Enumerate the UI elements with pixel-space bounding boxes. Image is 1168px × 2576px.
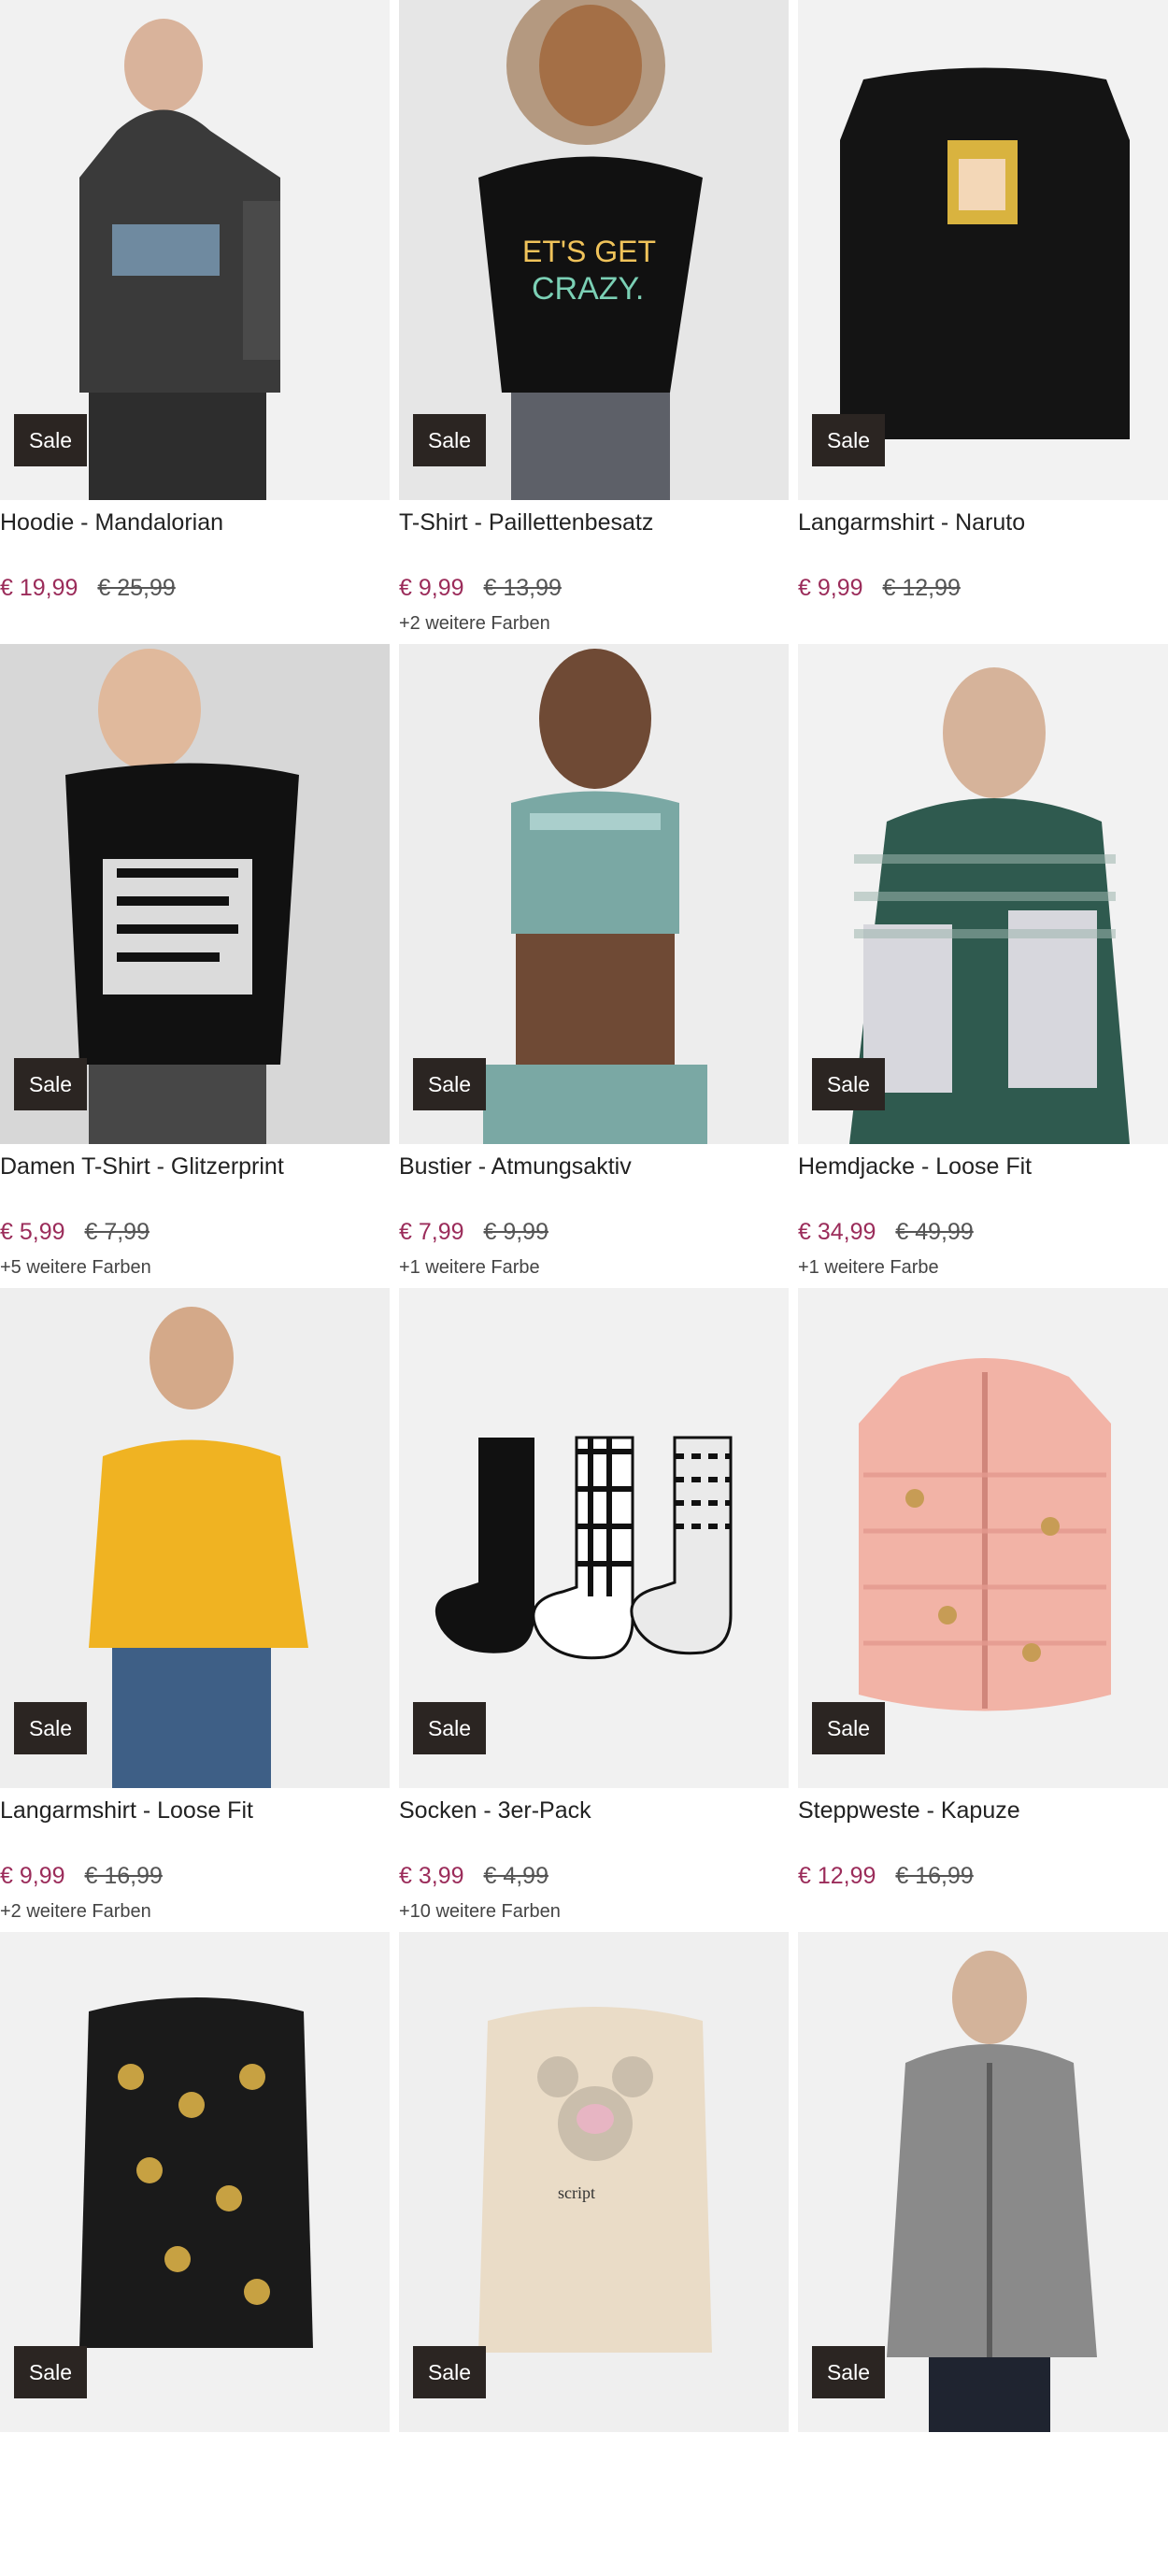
product-title[interactable]: Hemdjacke - Loose Fit xyxy=(798,1153,1032,1181)
product-card[interactable]: Sale Hemdjacke - Loose Fit € 34,99 € 49,… xyxy=(798,644,1168,1288)
svg-text:ET'S GET: ET'S GET xyxy=(522,235,656,268)
sale-badge: Sale xyxy=(413,414,486,466)
product-image[interactable]: Sale xyxy=(0,1288,390,1788)
product-grid: Sale Hoodie - Mandalorian € 19,99 € 25,9… xyxy=(0,0,1168,2576)
sale-badge: Sale xyxy=(812,1058,885,1110)
product-card[interactable]: Sale Langarmshirt - Naruto € 9,99 € 12,9… xyxy=(798,0,1168,644)
product-image[interactable]: Sale xyxy=(798,644,1168,1144)
product-image[interactable]: Sale xyxy=(399,644,789,1144)
product-image[interactable]: Sale xyxy=(399,1288,789,1788)
product-prices xyxy=(399,2507,412,2534)
old-price: € 7,99 xyxy=(84,1219,150,1245)
sale-badge: Sale xyxy=(14,1058,87,1110)
sale-price: € 12,99 xyxy=(798,1863,876,1889)
sale-price: € 7,99 xyxy=(399,1219,464,1245)
product-card[interactable]: Sale xyxy=(798,1932,1168,2576)
sale-price: € 9,99 xyxy=(798,575,863,601)
sale-price: € 9,99 xyxy=(399,575,464,601)
product-title[interactable]: Bustier - Atmungsaktiv xyxy=(399,1153,632,1181)
product-image[interactable]: script Sale xyxy=(399,1932,789,2432)
product-prices: € 19,99 € 25,99 xyxy=(0,575,176,602)
old-price: € 49,99 xyxy=(895,1219,974,1245)
product-title[interactable]: Hoodie - Mandalorian xyxy=(0,509,223,537)
product-card[interactable]: script Sale xyxy=(399,1932,789,2576)
product-prices xyxy=(0,2507,13,2534)
sale-price: € 19,99 xyxy=(0,575,78,601)
product-title[interactable]: Socken - 3er-Pack xyxy=(399,1797,591,1825)
sale-price: € 3,99 xyxy=(399,1863,464,1889)
product-title[interactable]: Steppweste - Kapuze xyxy=(798,1797,1020,1825)
old-price: € 9,99 xyxy=(483,1219,548,1245)
product-image[interactable]: Sale xyxy=(0,0,390,500)
product-prices: € 7,99 € 9,99 xyxy=(399,1219,548,1246)
sale-badge: Sale xyxy=(14,2346,87,2398)
product-image[interactable]: Sale xyxy=(798,1932,1168,2432)
old-price: € 13,99 xyxy=(483,575,562,601)
more-colors[interactable]: +2 weitere Farben xyxy=(0,1901,151,1923)
sale-badge: Sale xyxy=(14,1702,87,1754)
product-title[interactable]: T-Shirt - Paillettenbesatz xyxy=(399,509,653,537)
more-colors[interactable]: +1 weitere Farbe xyxy=(399,1257,540,1279)
old-price: € 16,99 xyxy=(84,1863,163,1889)
product-prices: € 3,99 € 4,99 xyxy=(399,1863,548,1890)
sale-badge: Sale xyxy=(812,2346,885,2398)
more-colors[interactable]: +10 weitere Farben xyxy=(399,1901,561,1923)
sale-price: € 5,99 xyxy=(0,1219,65,1245)
product-card[interactable]: Sale Hoodie - Mandalorian € 19,99 € 25,9… xyxy=(0,0,390,644)
product-prices: € 9,99 € 12,99 xyxy=(798,575,961,602)
old-price: € 4,99 xyxy=(483,1863,548,1889)
product-title[interactable]: Langarmshirt - Loose Fit xyxy=(0,1797,253,1825)
product-image[interactable]: Sale xyxy=(0,1932,390,2432)
product-card[interactable]: Sale Langarmshirt - Loose Fit € 9,99 € 1… xyxy=(0,1288,390,1932)
product-title[interactable]: Langarmshirt - Naruto xyxy=(798,509,1025,537)
more-colors[interactable]: +1 weitere Farbe xyxy=(798,1257,939,1279)
product-prices: € 9,99 € 13,99 xyxy=(399,575,562,602)
more-colors[interactable]: +5 weitere Farben xyxy=(0,1257,151,1279)
sale-badge: Sale xyxy=(413,1058,486,1110)
product-image[interactable]: Sale xyxy=(0,644,390,1144)
product-image[interactable]: Sale xyxy=(798,0,1168,500)
product-card[interactable]: Sale Bustier - Atmungsaktiv € 7,99 € 9,9… xyxy=(399,644,789,1288)
product-title[interactable]: Damen T-Shirt - Glitzerprint xyxy=(0,1153,284,1181)
sale-price: € 34,99 xyxy=(798,1219,876,1245)
product-image[interactable]: Sale xyxy=(798,1288,1168,1788)
product-card[interactable]: Sale Steppweste - Kapuze € 12,99 € 16,99 xyxy=(798,1288,1168,1932)
more-colors[interactable]: +2 weitere Farben xyxy=(399,613,550,635)
sale-badge: Sale xyxy=(812,414,885,466)
sale-badge: Sale xyxy=(812,1702,885,1754)
product-prices: € 12,99 € 16,99 xyxy=(798,1863,974,1890)
product-card[interactable]: Sale xyxy=(0,1932,390,2576)
old-price: € 25,99 xyxy=(97,575,176,601)
product-prices: € 34,99 € 49,99 xyxy=(798,1219,974,1246)
product-prices: € 5,99 € 7,99 xyxy=(0,1219,150,1246)
svg-text:CRAZY.: CRAZY. xyxy=(532,271,644,307)
sale-price: € 9,99 xyxy=(0,1863,65,1889)
product-image[interactable]: ET'S GET CRAZY. Sale xyxy=(399,0,789,500)
old-price: € 16,99 xyxy=(895,1863,974,1889)
old-price: € 12,99 xyxy=(882,575,961,601)
svg-text:script: script xyxy=(558,2183,595,2202)
sale-badge: Sale xyxy=(413,1702,486,1754)
sale-badge: Sale xyxy=(14,414,87,466)
product-card[interactable]: Sale Damen T-Shirt - Glitzerprint € 5,99… xyxy=(0,644,390,1288)
product-prices: € 9,99 € 16,99 xyxy=(0,1863,163,1890)
product-card[interactable]: ET'S GET CRAZY. Sale T-Shirt - Paillette… xyxy=(399,0,789,644)
sale-badge: Sale xyxy=(413,2346,486,2398)
product-card[interactable]: Sale Socken - 3er-Pack € 3,99 € 4,99 +10… xyxy=(399,1288,789,1932)
product-prices xyxy=(798,2507,811,2534)
